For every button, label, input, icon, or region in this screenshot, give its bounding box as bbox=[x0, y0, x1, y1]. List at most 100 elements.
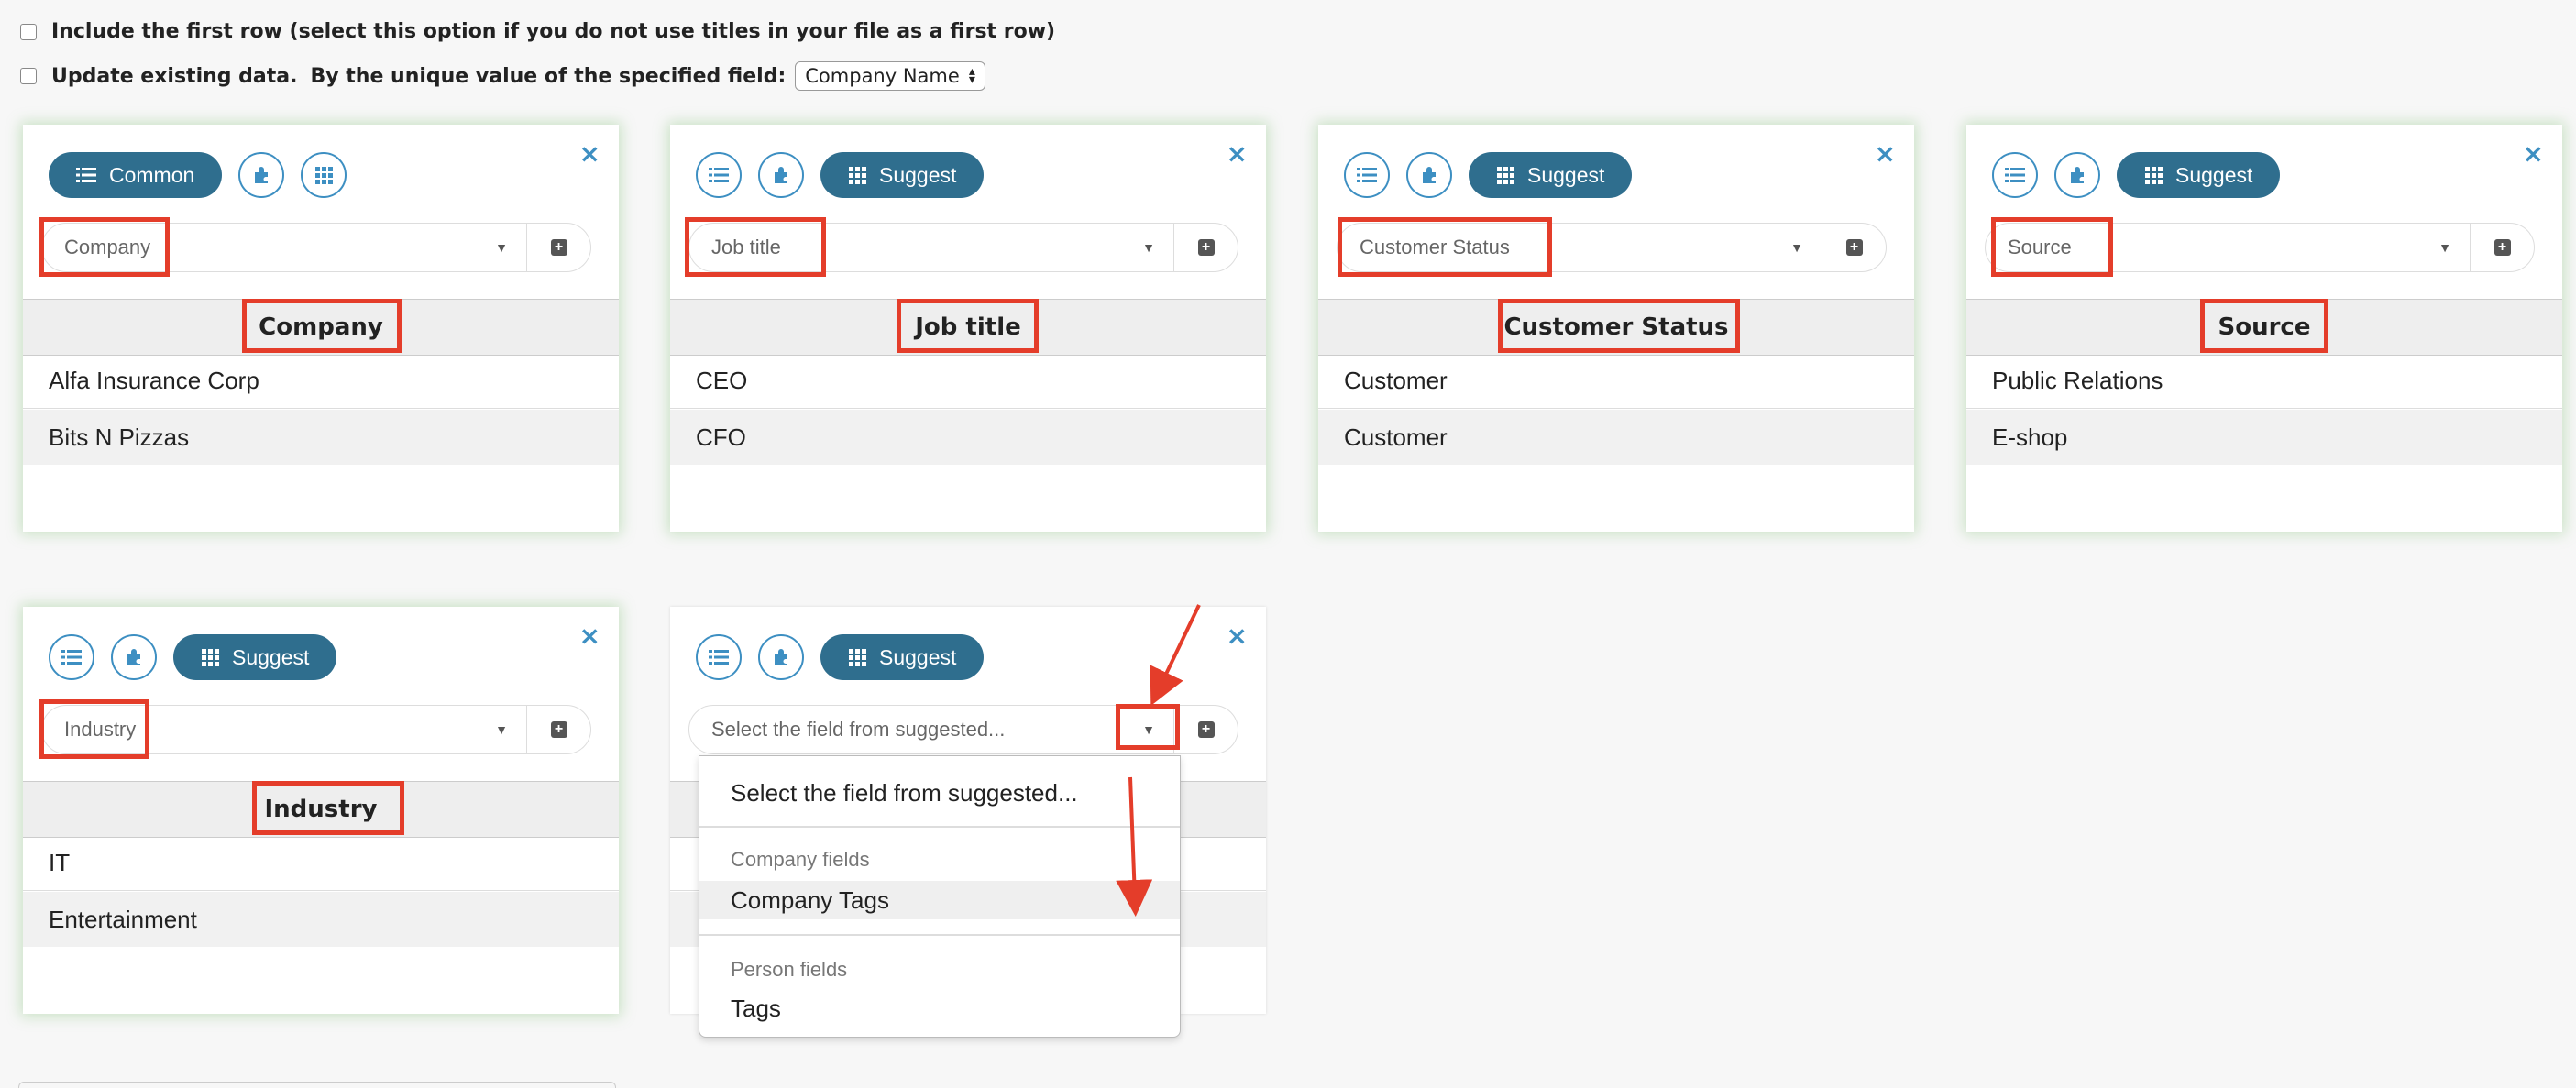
include-first-row-option: Include the first row (select this optio… bbox=[20, 20, 1055, 43]
highlight-box bbox=[2200, 299, 2328, 353]
update-existing-label: Update existing data. bbox=[51, 64, 298, 88]
highlight-box bbox=[1498, 299, 1740, 353]
grid-icon bbox=[315, 167, 334, 184]
custom-field-button[interactable] bbox=[2054, 152, 2100, 198]
add-field-button[interactable]: + bbox=[1174, 705, 1238, 754]
common-button[interactable] bbox=[696, 634, 742, 680]
plus-icon: + bbox=[550, 239, 567, 256]
custom-field-button[interactable] bbox=[758, 634, 804, 680]
dropdown-option-tags[interactable]: Tags bbox=[699, 989, 1180, 1028]
dropdown-separator bbox=[699, 826, 1180, 828]
unique-field-select[interactable]: Company Name ▴ ▾ bbox=[795, 61, 985, 91]
highlight-box bbox=[252, 781, 404, 835]
caret-down-icon[interactable]: ▼ bbox=[1133, 233, 1164, 262]
close-icon[interactable]: × bbox=[579, 623, 600, 649]
close-icon[interactable]: × bbox=[1227, 141, 1248, 167]
puzzle-icon bbox=[775, 649, 787, 665]
plus-icon: + bbox=[550, 721, 567, 738]
dropdown-group-label: Company fields bbox=[731, 848, 870, 871]
dropdown-separator bbox=[699, 934, 1180, 936]
update-existing-option: Update existing data. By the unique valu… bbox=[20, 61, 985, 91]
highlight-box bbox=[39, 699, 149, 759]
common-button[interactable]: Common bbox=[49, 152, 223, 198]
dropdown-option-company-tags[interactable]: Company Tags bbox=[699, 881, 1180, 919]
close-icon[interactable]: × bbox=[2523, 141, 2544, 167]
table-row: CEO bbox=[670, 354, 1266, 409]
highlight-box bbox=[1338, 217, 1552, 277]
suggest-button-label: Suggest bbox=[879, 644, 957, 669]
suggest-button-label: Suggest bbox=[879, 162, 957, 187]
table-row: IT bbox=[23, 836, 619, 891]
highlight-box bbox=[1991, 217, 2113, 277]
table-row: Public Relations bbox=[1966, 354, 2562, 409]
puzzle-icon bbox=[127, 649, 140, 665]
table-row: Entertainment bbox=[23, 892, 619, 947]
close-icon[interactable]: × bbox=[1227, 623, 1248, 649]
cell-value: Bits N Pizzas bbox=[49, 423, 190, 451]
grid-icon bbox=[2145, 167, 2163, 184]
suggest-button[interactable]: Suggest bbox=[173, 634, 337, 680]
add-field-button[interactable]: + bbox=[1822, 223, 1887, 272]
update-existing-checkbox[interactable] bbox=[20, 68, 37, 84]
column-card-company: Common × Company ▼ + Company Alfa Insura… bbox=[23, 125, 619, 532]
plus-icon: + bbox=[1197, 721, 1215, 738]
common-button[interactable] bbox=[49, 634, 94, 680]
custom-field-button[interactable] bbox=[111, 634, 157, 680]
highlight-box bbox=[242, 299, 402, 353]
caret-down-icon[interactable]: ▼ bbox=[2429, 233, 2460, 262]
suggest-button-label: Suggest bbox=[1527, 162, 1605, 187]
cell-value: Entertainment bbox=[49, 905, 197, 933]
add-field-button[interactable]: + bbox=[1174, 223, 1238, 272]
puzzle-icon bbox=[1423, 167, 1436, 183]
suggest-button[interactable]: Suggest bbox=[820, 634, 985, 680]
custom-field-button[interactable] bbox=[758, 152, 804, 198]
dropdown-option-placeholder[interactable]: Select the field from suggested... bbox=[699, 775, 1180, 811]
add-field-button[interactable]: + bbox=[2471, 223, 2535, 272]
dropdown-group-label: Person fields bbox=[731, 958, 848, 981]
column-card-source: Suggest × Source ▼ + Source Public Relat… bbox=[1966, 125, 2562, 532]
caret-down-icon[interactable]: ▼ bbox=[1781, 233, 1812, 262]
custom-field-button[interactable] bbox=[1406, 152, 1452, 198]
close-icon[interactable]: × bbox=[579, 141, 600, 167]
list-icon bbox=[61, 650, 82, 665]
common-button[interactable] bbox=[1992, 152, 2038, 198]
custom-field-button[interactable] bbox=[238, 152, 285, 198]
cell-value: Customer bbox=[1344, 423, 1448, 451]
suggest-button[interactable]: Suggest bbox=[2117, 152, 2281, 198]
table-row: CFO bbox=[670, 410, 1266, 465]
common-button-label: Common bbox=[109, 162, 195, 187]
table-row: Customer bbox=[1318, 410, 1914, 465]
table-row: Customer bbox=[1318, 354, 1914, 409]
common-button[interactable] bbox=[1344, 152, 1390, 198]
cell-value: Customer bbox=[1344, 367, 1448, 394]
highlight-box bbox=[685, 217, 826, 277]
cell-value: Alfa Insurance Corp bbox=[49, 367, 259, 394]
highlight-box bbox=[39, 217, 170, 277]
cell-value: Public Relations bbox=[1992, 367, 2163, 394]
select-arrows-icon: ▴ ▾ bbox=[968, 64, 975, 87]
list-icon bbox=[709, 650, 729, 665]
caret-down-icon[interactable]: ▼ bbox=[486, 715, 517, 744]
grid-icon bbox=[202, 649, 219, 666]
common-button[interactable] bbox=[696, 152, 742, 198]
include-first-row-checkbox[interactable] bbox=[20, 23, 37, 40]
unique-field-value: Company Name bbox=[805, 65, 960, 87]
list-icon bbox=[76, 168, 96, 182]
plus-icon: + bbox=[1845, 239, 1863, 256]
close-icon[interactable]: × bbox=[1875, 141, 1896, 167]
caret-down-icon[interactable]: ▼ bbox=[486, 233, 517, 262]
suggest-button[interactable]: Suggest bbox=[1469, 152, 1633, 198]
add-field-button[interactable]: + bbox=[527, 705, 591, 754]
unique-field-label: By the unique value of the specified fie… bbox=[310, 64, 787, 88]
puzzle-icon bbox=[2071, 167, 2084, 183]
suggest-button[interactable]: Suggest bbox=[820, 152, 985, 198]
column-card-job-title: Suggest × Job title ▼ + Job title CEO CF… bbox=[670, 125, 1266, 532]
plus-icon: + bbox=[2493, 239, 2511, 256]
cell-value: IT bbox=[49, 849, 71, 876]
field-select-input[interactable]: Select the field from suggested... ▼ bbox=[688, 705, 1174, 754]
list-icon bbox=[1357, 168, 1377, 182]
highlight-box bbox=[897, 299, 1039, 353]
add-field-button[interactable]: + bbox=[527, 223, 591, 272]
list-icon bbox=[709, 168, 729, 182]
suggest-button[interactable] bbox=[301, 152, 347, 198]
